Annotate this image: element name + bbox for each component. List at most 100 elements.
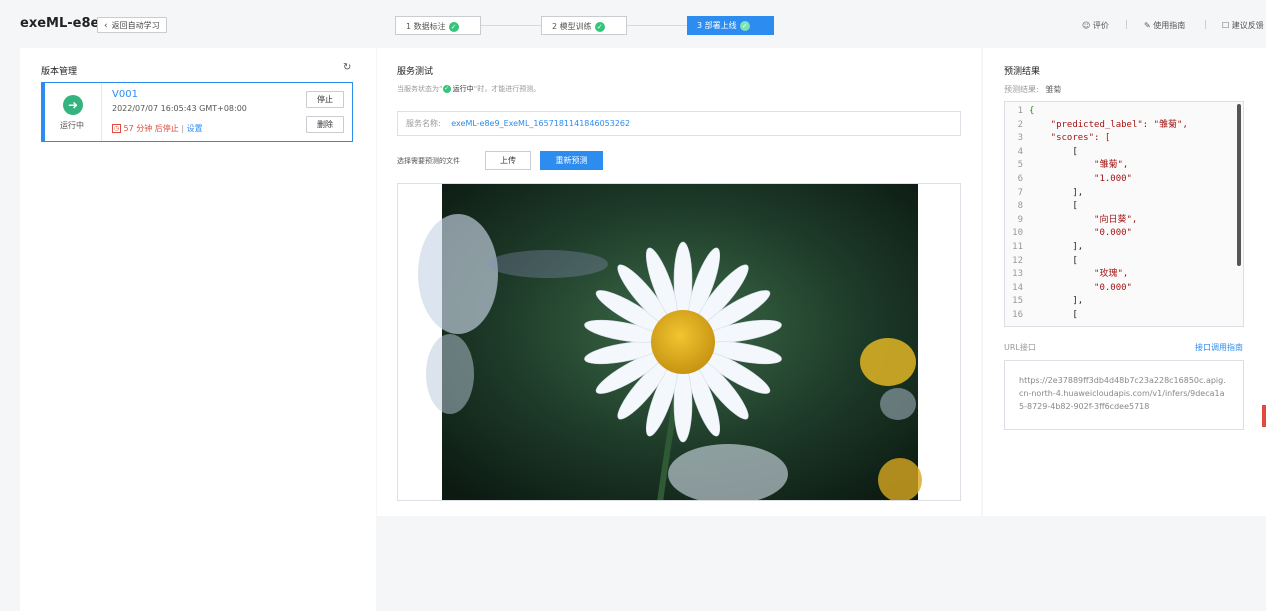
code-line: 2 "predicted_label": "雏菊", — [1005, 119, 1188, 133]
check-icon: ✓ — [442, 85, 451, 93]
divider: | — [1204, 20, 1208, 30]
url-value: https://2e37889ff3db4d48b7c23a228c16850c… — [1004, 360, 1244, 430]
code-text: [ — [1029, 201, 1078, 212]
chevron-left-icon: ‹ — [104, 21, 108, 31]
line-number: 9 — [1017, 214, 1023, 225]
line-number: 8 — [1017, 201, 1023, 212]
code-text: "1.000" — [1029, 174, 1132, 184]
version-status-cell: ➜ 运行中 — [42, 83, 102, 141]
version-datetime: 2022/07/07 16:05:43 GMT+08:00 — [112, 104, 247, 113]
service-name-value: exeML-e8e9_ExeML_1657181141846053262 — [451, 119, 631, 128]
step-connector — [481, 25, 541, 26]
code-line: 16 [ — [1005, 309, 1078, 323]
step-label: 3 部署上线 — [697, 21, 737, 30]
countdown-row: ◷ 57 分钟 后停止 | 设置 — [112, 123, 203, 134]
code-text: { — [1029, 106, 1035, 116]
code-text: "雏菊", — [1029, 160, 1129, 171]
line-number: 5 — [1017, 160, 1023, 171]
code-line: 14 "0.000" — [1005, 282, 1132, 296]
code-line: 11 ], — [1005, 241, 1083, 255]
result-label: 预测结果: — [1004, 85, 1039, 94]
status-text: 运行中 — [60, 121, 84, 130]
guide-link[interactable]: ✎ 使用指南 — [1144, 20, 1185, 31]
code-line: 9 "向日葵", — [1005, 214, 1138, 228]
code-line: 8 [ — [1005, 200, 1078, 214]
version-name[interactable]: V001 — [112, 89, 138, 100]
version-card[interactable]: ➜ 运行中 V001 2022/07/07 16:05:43 GMT+08:00… — [41, 82, 353, 142]
code-line: 4 [ — [1005, 146, 1078, 160]
line-number: 6 — [1017, 174, 1023, 184]
code-text: ], — [1029, 242, 1084, 252]
result-summary: 预测结果: 雏菊 — [1004, 84, 1061, 95]
step-connector — [627, 25, 687, 26]
settings-link[interactable]: 设置 — [187, 124, 203, 133]
line-number: 14 — [1012, 282, 1023, 293]
preview-image-frame — [397, 183, 961, 501]
line-number: 11 — [1012, 242, 1023, 252]
code-text: "向日葵", — [1029, 214, 1138, 225]
code-line: 1{ — [1005, 105, 1035, 119]
code-text: "scores": [ — [1029, 133, 1111, 144]
code-text: "0.000" — [1029, 228, 1132, 239]
line-number: 3 — [1017, 133, 1023, 144]
line-number: 12 — [1012, 255, 1023, 266]
code-text: ], — [1029, 296, 1084, 307]
line-number: 10 — [1012, 228, 1023, 239]
back-label: 返回自动学习 — [111, 21, 160, 30]
floating-tab[interactable] — [1262, 405, 1266, 427]
api-guide-link[interactable]: 接口调用指南 — [1195, 342, 1243, 353]
timer-icon: ◷ — [112, 124, 121, 133]
rate-link[interactable]: ☺ 评价 — [1082, 20, 1109, 31]
feedback-link[interactable]: ☐ 建议反馈 — [1222, 20, 1264, 31]
step-label: 1 数据标注 — [406, 22, 446, 31]
smile-icon: ☺ — [1082, 21, 1093, 30]
code-text: "玫瑰", — [1029, 269, 1129, 280]
result-panel-title: 预测结果 — [1004, 67, 1041, 77]
repredict-button[interactable]: 重新预测 — [540, 151, 603, 170]
code-line: 5 "雏菊", — [1005, 159, 1129, 173]
code-line: 6 "1.000" — [1005, 173, 1132, 187]
code-text: ], — [1029, 187, 1084, 198]
feedback-label: 建议反馈 — [1231, 21, 1264, 30]
code-scrollbar[interactable] — [1237, 104, 1241, 266]
refresh-icon[interactable]: ↻ — [343, 62, 351, 73]
step-label: 2 模型训练 — [552, 22, 592, 31]
line-number: 4 — [1017, 146, 1023, 157]
hint-prefix: 当服务状态为“ — [397, 85, 443, 93]
code-text: [ — [1029, 146, 1078, 157]
code-text: "0.000" — [1029, 282, 1132, 293]
countdown-text: 57 分钟 后停止 — [123, 124, 179, 133]
result-value: 雏菊 — [1045, 85, 1062, 94]
upload-button[interactable]: 上传 — [485, 151, 531, 170]
code-line: 3 "scores": [ — [1005, 132, 1111, 146]
service-name-field: 服务名称: exeML-e8e9_ExeML_16571811418460532… — [397, 111, 961, 136]
check-icon: ✓ — [594, 21, 605, 32]
hint-suffix: ”时，才能进行预测。 — [473, 85, 541, 93]
step-data-label[interactable]: 1 数据标注 ✓ — [395, 16, 481, 35]
daisy-image — [418, 184, 922, 500]
line-number: 13 — [1012, 269, 1023, 280]
code-line: 13 "玫瑰", — [1005, 268, 1128, 282]
check-icon: ✓ — [448, 21, 459, 32]
code-line: 15 ], — [1005, 295, 1083, 309]
line-number: 15 — [1012, 296, 1023, 307]
top-bar: exeML-e8e9 ‹ 返回自动学习 1 数据标注 ✓ 2 模型训练 ✓ 3 部署上… — [0, 0, 1266, 48]
service-name-label: 服务名称: — [406, 119, 441, 128]
step-deploy[interactable]: 3 部署上线 ✓ — [687, 16, 774, 35]
service-hint: 当服务状态为“✓ 运行中”时，才能进行预测。 — [397, 84, 540, 94]
code-text: "predicted_label": "雏菊", — [1029, 119, 1188, 130]
code-text: [ — [1029, 310, 1078, 320]
delete-button[interactable]: 删除 — [306, 116, 344, 133]
divider: | — [1125, 20, 1129, 30]
rate-label: 评价 — [1092, 21, 1109, 30]
hint-status: 运行中 — [452, 85, 474, 93]
feedback-icon: ☐ — [1222, 21, 1232, 30]
back-button[interactable]: ‹ 返回自动学习 — [97, 17, 167, 33]
stop-button[interactable]: 停止 — [306, 91, 344, 108]
line-number: 16 — [1012, 310, 1023, 320]
code-line: 10 "0.000" — [1005, 227, 1132, 241]
file-label: 选择需要预测的文件 — [397, 157, 460, 165]
edit-icon: ✎ — [1144, 21, 1154, 30]
step-model-training[interactable]: 2 模型训练 ✓ — [541, 16, 627, 35]
result-json-viewer[interactable]: 1{ 2 "predicted_label": "雏菊", 3 "scores"… — [1004, 101, 1244, 327]
